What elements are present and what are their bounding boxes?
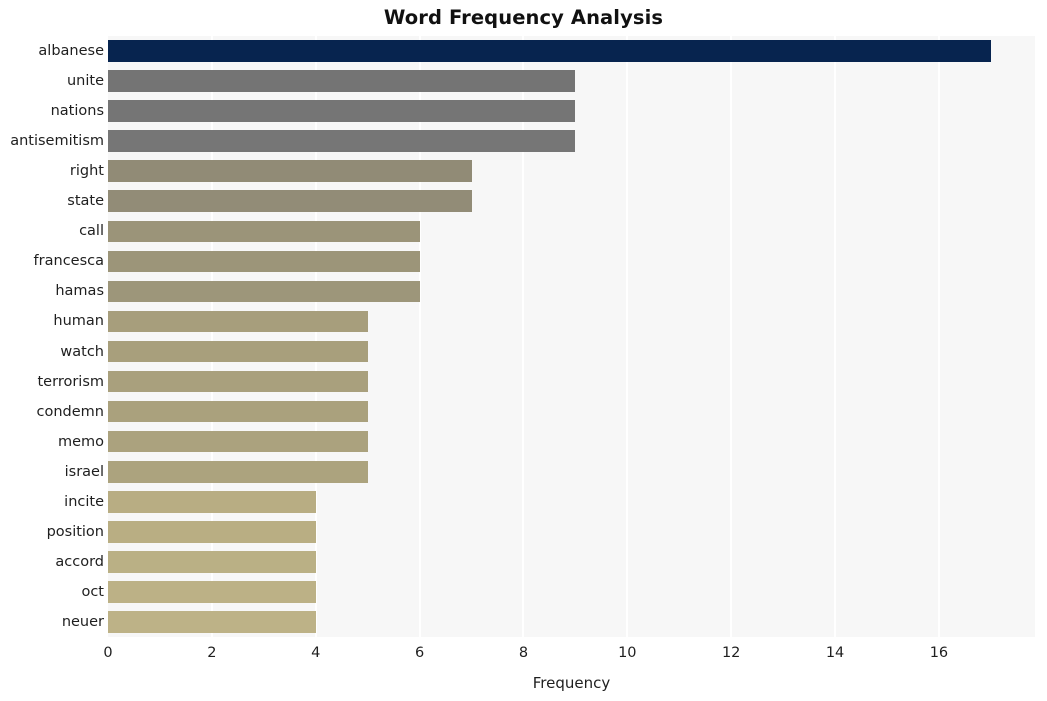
bar-row — [108, 427, 1035, 457]
x-axis-tick-labels: 0 2 4 6 8 10 12 14 16 — [103, 645, 1035, 669]
bar[interactable] — [108, 430, 368, 453]
y-axis-tick-label: call — [79, 223, 104, 240]
word-frequency-bar-chart: Word Frequency Analysis albanese unite nat… — [0, 0, 1047, 701]
chart-title: Word Frequency Analysis — [383, 6, 664, 29]
bar[interactable] — [108, 250, 420, 273]
bar-row — [108, 246, 1035, 276]
x-axis-tick-label: 14 — [825, 645, 845, 661]
bar-row — [108, 126, 1035, 156]
y-axis-tick-labels: albanese unite nations antisemitism right sta… — [0, 36, 104, 637]
x-axis-tick-label: 6 — [414, 645, 425, 661]
y-axis-tick-label: unite — [66, 73, 104, 90]
x-axis-tick-label: 0 — [103, 645, 113, 661]
bar-row — [108, 457, 1035, 487]
bars-layer — [108, 36, 1035, 637]
bar[interactable] — [108, 611, 316, 633]
x-axis-tick-label: 10 — [618, 645, 637, 661]
y-axis-tick-label: oct — [81, 583, 104, 600]
y-axis-tick-label: hamas — [55, 283, 104, 300]
bar[interactable] — [108, 190, 472, 213]
x-axis-tick-label: 12 — [721, 645, 741, 661]
bar[interactable] — [108, 310, 368, 333]
y-axis-tick-label: israel — [64, 463, 104, 480]
y-axis-tick-label: incite — [64, 493, 104, 510]
bar[interactable] — [108, 551, 316, 573]
y-axis-tick-label: accord — [55, 553, 104, 570]
y-axis-tick-label: human — [53, 313, 104, 330]
x-axis-tick-label: 8 — [518, 645, 529, 661]
bar-row — [108, 607, 1035, 637]
bar-row — [108, 367, 1035, 397]
bar[interactable] — [108, 130, 576, 152]
bar[interactable] — [108, 220, 420, 243]
bar-row — [108, 36, 1035, 66]
bar-row — [108, 186, 1035, 216]
bar-row — [108, 156, 1035, 186]
bar-row — [108, 487, 1035, 517]
y-axis-tick-label: condemn — [36, 403, 104, 420]
bar[interactable] — [108, 521, 316, 543]
bar[interactable] — [108, 400, 368, 423]
bar[interactable] — [108, 460, 368, 483]
y-axis-tick-label: neuer — [61, 613, 104, 630]
bar-row — [108, 397, 1035, 427]
bar-row — [108, 96, 1035, 126]
bar-row — [108, 577, 1035, 607]
y-axis-tick-label: antisemitism — [10, 133, 104, 150]
y-axis-tick-label: watch — [60, 343, 104, 360]
bar-row — [108, 306, 1035, 336]
y-axis-tick-label: right — [69, 163, 104, 180]
bar[interactable] — [108, 370, 368, 393]
bar[interactable] — [108, 490, 316, 513]
x-axis-tick-label: 4 — [311, 645, 321, 661]
y-axis-tick-label: position — [46, 523, 104, 540]
x-axis-tick-label: 16 — [929, 645, 949, 661]
x-axis-tick-label: 2 — [207, 645, 217, 661]
bar-row — [108, 337, 1035, 367]
plot-area — [108, 36, 1035, 637]
bar[interactable] — [108, 40, 991, 62]
bar[interactable] — [108, 581, 316, 603]
y-axis-tick-label: terrorism — [37, 373, 105, 390]
y-axis-tick-label: albanese — [38, 43, 104, 59]
bar-row — [108, 276, 1035, 306]
bar-row — [108, 66, 1035, 96]
y-axis-tick-label: memo — [57, 433, 104, 450]
y-axis-tick-label: state — [67, 193, 104, 210]
bar-row — [108, 216, 1035, 246]
bar-row — [108, 547, 1035, 577]
y-axis-tick-label: francesca — [33, 253, 104, 270]
bar[interactable] — [108, 340, 368, 363]
x-axis-title: Frequency — [532, 674, 611, 692]
bar[interactable] — [108, 70, 576, 92]
y-axis-tick-label: nations — [50, 103, 104, 120]
bar[interactable] — [108, 280, 420, 303]
bar[interactable] — [108, 160, 472, 183]
bar[interactable] — [108, 100, 576, 122]
bar-row — [108, 517, 1035, 547]
